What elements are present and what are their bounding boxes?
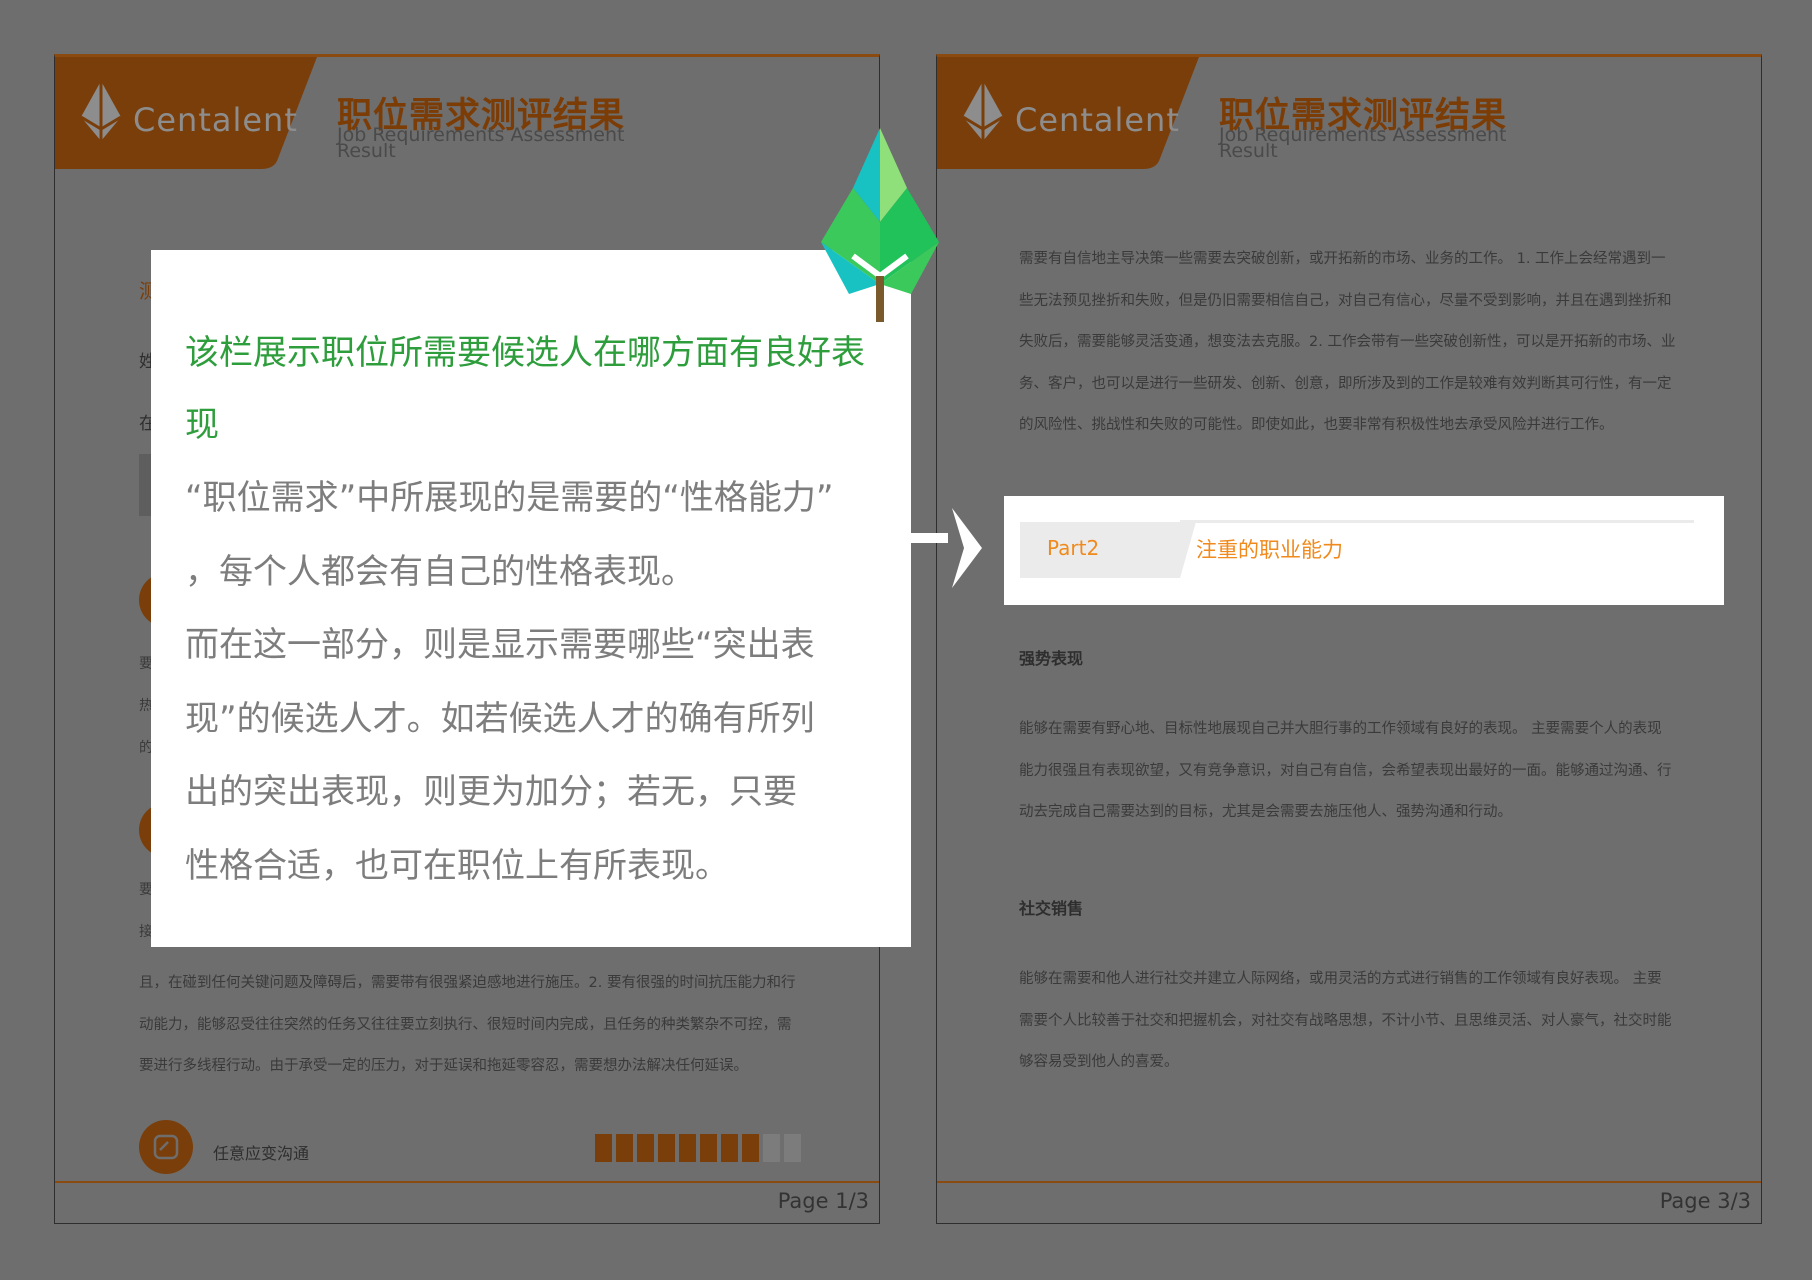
page-number: Page 3/3 [1659, 1189, 1751, 1213]
page-header: Centalent 职位需求测评结果 Job Requirements Asse… [55, 57, 879, 171]
skill-level-segment [595, 1134, 612, 1162]
text-line: 且，在碰到任何关键问题及障碍后，需要带有很强紧迫感地进行施压。2. 要有很强的时… [139, 975, 796, 991]
brand-name: Centalent [1015, 101, 1180, 139]
footer-line [55, 1181, 879, 1183]
callout-body: “职位需求”中所展现的是需要的“性格能力” ，每个人都会有自己的性格表现。 而在… [185, 462, 885, 903]
text-line: 能够在需要有野心地、目标性地展现自己并大胆行事的工作领域有良好的表现。 主要需要… [1019, 721, 1662, 737]
skill-label: 任意应变沟通 [213, 1144, 310, 1163]
social-paragraph: 能够在需要和他人进行社交并建立人际网络，或用灵活的方式进行销售的工作领域有良好表… [1019, 959, 1739, 1084]
text-line: 的风险性、挑战性和失败的可能性。即使如此，也要非常有积极性地去承受风险并进行工作… [1019, 417, 1614, 434]
text-line: 能够在需要和他人进行社交并建立人际网络，或用灵活的方式进行销售的工作领域有良好表… [1019, 971, 1662, 987]
skill-level-segment [742, 1134, 759, 1162]
skill-level-segment [784, 1134, 801, 1162]
text-line: 务、客户，也可以是进行一些研发、创新、创意，即所涉及到的工作是较难有效判断其可行… [1019, 375, 1672, 392]
page-number: Page 1/3 [777, 1189, 869, 1213]
callout-title: 该栏展示职位所需要候选人在哪方面有良好表现 [185, 333, 865, 445]
communication-skill-icon [139, 1120, 193, 1174]
arrow-right-icon [910, 508, 982, 588]
skill-level-segment [616, 1134, 633, 1162]
skill-description: 且，在碰到任何关键问题及障碍后，需要带有很强紧迫感地进行施压。2. 要有很强的时… [139, 963, 859, 1088]
text-line: 失败后，需要能够灵活变通，想变法去克服。2. 工作会带有一些突破创新性，可以是开… [1019, 334, 1676, 351]
brand-name: Centalent [133, 101, 298, 139]
text-line: 需要个人比较善于社交和把握机会，对社交有战略思想，不计小节、且思维灵活、对人豪气… [1019, 1012, 1672, 1029]
callout-line: 性格合适，也可在职位上有所表现。 [185, 845, 729, 886]
page-header: Centalent 职位需求测评结果 Job Requirements Asse… [937, 57, 1761, 171]
part-number: Part2 [1047, 536, 1100, 560]
footer-line [937, 1181, 1761, 1183]
skill-level-segment [700, 1134, 717, 1162]
intro-paragraph: 需要有自信地主导决策一些需要去突破创新，或开拓新的市场、业务的工作。 1. 工作… [1019, 239, 1739, 447]
skill-level-segment [721, 1134, 738, 1162]
skill-level-segment [679, 1134, 696, 1162]
callout-line: 出的突出表现，则更为加分；若无，只要 [185, 772, 797, 812]
callout-line: 现”的候选人才。如若候选人才的确有所列 [185, 698, 815, 739]
report-subtitle: Job Requirements Assessment Result [337, 124, 625, 162]
text-line: 够容易受到他人的喜爱。 [1019, 1054, 1179, 1071]
text-line: 能力很强且有表现欲望，又有竞争意识，对自己有自信，会希望表现出最好的一面。能够通… [1019, 762, 1672, 779]
leaf-logo-icon [821, 128, 939, 322]
callout-line: 而在这一部分，则是显示需要哪些“突出表 [185, 625, 815, 665]
section-title-social: 社交销售 [1019, 899, 1084, 918]
highlighted-section-header: Part2 注重的职业能力 [1004, 496, 1724, 605]
part-title: 注重的职业能力 [1196, 538, 1343, 562]
part-rule [1180, 520, 1694, 523]
skill-level-segment [658, 1134, 675, 1162]
text-line: 动去完成自己需要达到的目标，尤其是会需要去施压他人、强势沟通和行动。 [1019, 804, 1512, 821]
callout-line: ，每个人都会有自己的性格表现。 [185, 551, 695, 592]
skill-level-segment [763, 1134, 780, 1162]
text-line: 动能力，能够忍受往往突然的任务又往往要立刻执行、很短时间内完成，且任务的种类繁杂… [139, 1016, 792, 1033]
text-line: 要进行多线程行动。由于承受一定的压力，对于延误和拖延零容忍，需要想办法解决任何延… [139, 1058, 748, 1075]
text-line: 需要有自信地主导决策一些需要去突破创新，或开拓新的市场、业务的工作。 1. 工作… [1019, 251, 1666, 267]
report-subtitle: Job Requirements Assessment Result [1219, 124, 1507, 162]
part-tab-slant [1180, 522, 1196, 578]
explanation-callout: 该栏展示职位所需要候选人在哪方面有良好表现 “职位需求”中所展现的是需要的“性格… [151, 250, 911, 947]
section-title-strengths: 强势表现 [1019, 649, 1084, 668]
skill-level-segment [637, 1134, 654, 1162]
callout-line: “职位需求”中所展现的是需要的“性格能力” [185, 478, 834, 518]
strengths-paragraph: 能够在需要有野心地、目标性地展现自己并大胆行事的工作领域有良好的表现。 主要需要… [1019, 709, 1739, 834]
skill-level-bar [595, 1134, 801, 1162]
part-tab [1020, 522, 1180, 578]
report-page-3: Centalent 职位需求测评结果 Job Requirements Asse… [936, 54, 1762, 1224]
text-line: 些无法预见挫折和失败，但是仍旧需要相信自己，对自己有信心，尽量不受到影响，并且在… [1019, 292, 1672, 309]
